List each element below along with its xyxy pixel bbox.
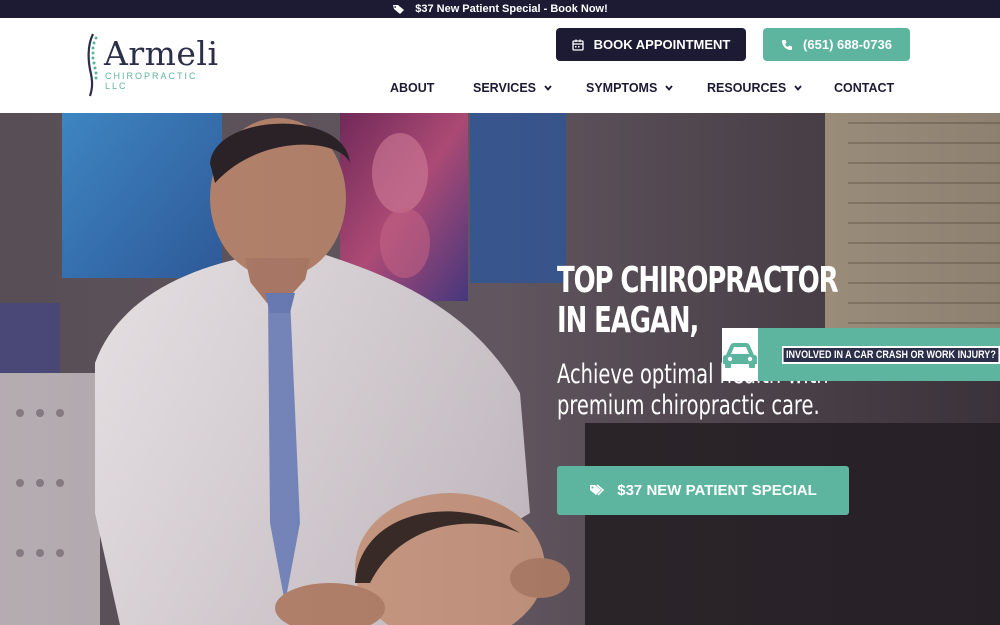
phone-button[interactable]: (651) 688-0736 — [763, 28, 910, 61]
announcement-text[interactable]: $37 New Patient Special - Book Now! — [415, 3, 608, 15]
nav-item-about[interactable]: ABOUT — [390, 81, 434, 95]
car-crash-text-area[interactable]: INVOLVED IN A CAR CRASH OR WORK INJURY? — [758, 328, 1000, 381]
nav-item-services[interactable]: SERVICES — [473, 81, 552, 95]
announcement-bar[interactable]: $37 New Patient Special - Book Now! — [0, 0, 1000, 18]
car-icon — [722, 328, 758, 381]
tag-icon — [392, 4, 405, 15]
chevron-down-icon — [665, 85, 673, 91]
logo-name: Armeli — [104, 34, 219, 73]
main-nav: ABOUT SERVICES SYMPTOMS RESOURCES CONTAC… — [0, 81, 1000, 99]
nav-label: ABOUT — [390, 81, 435, 95]
chevron-down-icon — [544, 85, 552, 91]
nav-label: SERVICES — [473, 81, 536, 95]
nav-label: SYMPTOMS — [586, 81, 658, 95]
car-crash-widget[interactable]: INVOLVED IN A CAR CRASH OR WORK INJURY? — [722, 328, 1000, 381]
tags-icon — [590, 484, 605, 496]
chevron-down-icon — [794, 85, 802, 91]
nav-label: RESOURCES — [707, 81, 787, 95]
book-appointment-label: BOOK APPOINTMENT — [593, 37, 731, 52]
nav-item-symptoms[interactable]: SYMPTOMS — [586, 81, 673, 95]
nav-item-resources[interactable]: RESOURCES — [707, 81, 802, 95]
phone-label: (651) 688-0736 — [803, 37, 892, 52]
calendar-icon — [571, 39, 584, 51]
new-patient-special-button[interactable]: $37 NEW PATIENT SPECIAL — [557, 466, 849, 515]
book-appointment-button[interactable]: BOOK APPOINTMENT — [556, 28, 746, 61]
nav-item-contact[interactable]: CONTACT — [834, 81, 894, 95]
site-header: Armeli CHIROPRACTIC LLC BOOK APPOINTMENT… — [0, 18, 1000, 113]
phone-icon — [782, 39, 793, 50]
cta-label: $37 NEW PATIENT SPECIAL — [617, 482, 817, 499]
car-crash-label[interactable]: INVOLVED IN A CAR CRASH OR WORK INJURY? — [781, 345, 1000, 364]
nav-label: CONTACT — [834, 81, 895, 95]
